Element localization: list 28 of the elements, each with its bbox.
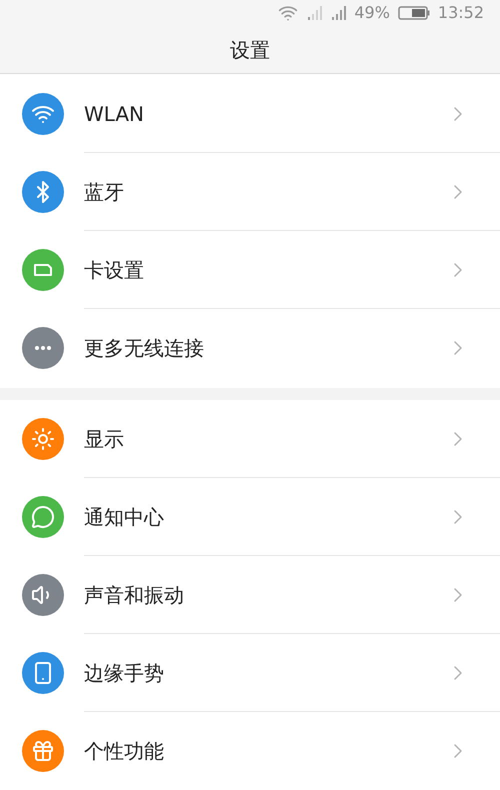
row-label: 通知中心 bbox=[84, 504, 165, 530]
row-label: WLAN bbox=[84, 100, 146, 128]
signal-icon bbox=[306, 5, 322, 22]
row-label: 蓝牙 bbox=[84, 178, 125, 206]
gift-icon bbox=[31, 739, 55, 763]
row-label: 边缘手势 bbox=[84, 660, 165, 686]
row-label: 个性功能 bbox=[84, 738, 165, 765]
row-label: 显示 bbox=[84, 426, 125, 452]
more-icon bbox=[35, 346, 51, 350]
clock: 13:52 bbox=[438, 2, 484, 24]
row-label: 卡设置 bbox=[84, 256, 145, 284]
battery-icon bbox=[398, 5, 430, 22]
settings-row[interactable]: WLAN bbox=[0, 75, 500, 153]
settings-row[interactable]: 蓝牙 bbox=[0, 153, 500, 231]
settings-row[interactable]: 更多无线连接 bbox=[0, 309, 500, 387]
signal-icon bbox=[330, 5, 346, 22]
settings-row[interactable]: 显示 bbox=[0, 400, 500, 478]
settings-row[interactable]: 声音和振动 bbox=[0, 556, 500, 634]
settings-row[interactable]: 通知中心 bbox=[0, 478, 500, 556]
battery-percent: 49% bbox=[354, 2, 390, 24]
row-label: 更多无线连接 bbox=[84, 335, 205, 362]
sun-icon bbox=[31, 427, 55, 451]
page-title: 设置 bbox=[230, 36, 270, 64]
message-icon bbox=[31, 505, 55, 529]
settings-row[interactable]: 个性功能 bbox=[0, 712, 500, 790]
settings-row[interactable]: 边缘手势 bbox=[0, 634, 500, 712]
settings-row[interactable]: 卡设置 bbox=[0, 231, 500, 309]
row-label: 声音和振动 bbox=[84, 582, 185, 608]
